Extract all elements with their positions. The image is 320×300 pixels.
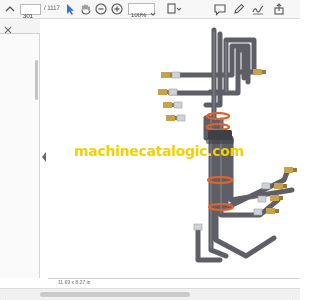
share-icon[interactable] [272,2,286,16]
status-bar: 11.69 x 8.27 in [48,278,300,288]
collapse-sidebar-icon[interactable] [41,150,47,162]
hand-pan-icon[interactable] [79,2,93,16]
page-number-field[interactable] [20,4,41,22]
toolbar: / 1117 [0,0,300,22]
page-up-icon[interactable] [3,2,17,16]
close-icon[interactable] [3,22,13,34]
zoom-out-icon[interactable] [94,2,108,16]
chevron-down-icon[interactable] [150,5,156,16]
select-arrow-icon[interactable] [63,2,77,16]
watermark: machinecatalogic.com [74,144,244,160]
scroll-left-icon[interactable] [2,292,8,300]
fit-page-icon[interactable] [166,2,182,16]
scroll-right-icon[interactable] [290,292,296,300]
total-pages: / 1117 [44,6,60,12]
comment-icon[interactable] [213,2,227,16]
horizontal-scrollbar[interactable] [0,288,300,300]
sidebar-scrollbar[interactable] [35,60,38,100]
document-canvas[interactable]: machinecatalogic.com [48,20,300,278]
page-size-label: 11.69 x 8.27 in [58,280,91,286]
pencil-icon[interactable] [232,2,246,16]
scrollbar-thumb[interactable] [40,292,190,297]
sidebar-header [0,20,40,34]
zoom-in-icon[interactable] [110,2,124,16]
sign-icon[interactable] [251,2,265,16]
thumbnail-sidebar [0,20,40,278]
